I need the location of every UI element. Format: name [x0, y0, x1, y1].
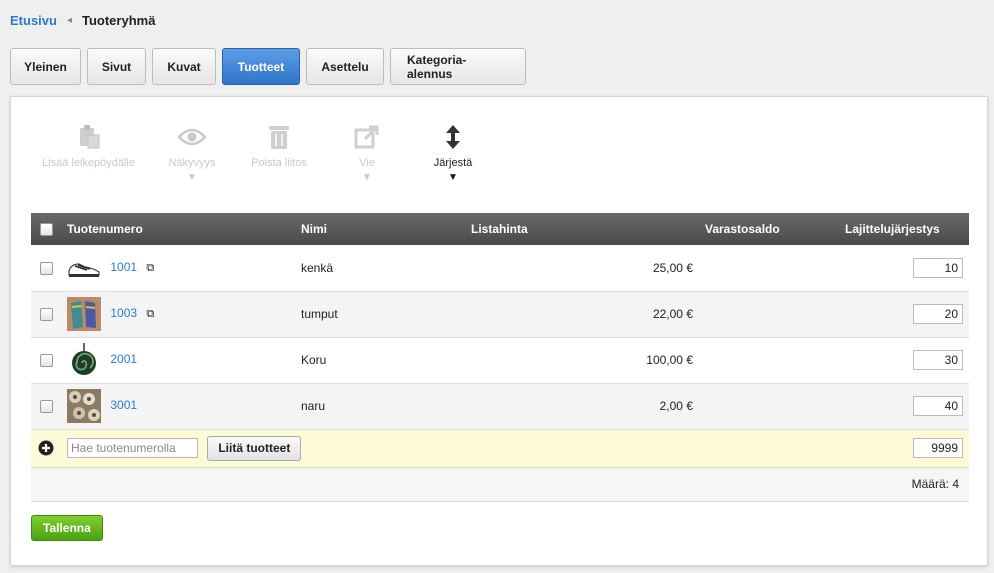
stock-balance — [699, 291, 839, 338]
list-price: 25,00 € — [465, 245, 699, 292]
list-price: 2,00 € — [465, 383, 699, 430]
stock-balance — [699, 245, 839, 292]
list-price: 22,00 € — [465, 291, 699, 338]
row-checkbox[interactable] — [39, 400, 53, 414]
row-checkbox[interactable] — [39, 261, 53, 275]
gloves-thumbnail — [67, 297, 101, 331]
export-dropdown-icon: ▼ — [362, 172, 372, 183]
open-popup-icon[interactable]: ⧉ — [146, 308, 154, 320]
delete-link-button[interactable]: Poista liitos — [239, 123, 319, 169]
tab-general[interactable]: Yleinen — [10, 48, 81, 85]
sort-order-input[interactable]: 30 — [913, 350, 963, 370]
export-button[interactable]: Vie ▼ — [347, 123, 387, 183]
table-row[interactable]: 2001 Koru 100,00 € 30 — [31, 337, 969, 384]
beads-thumbnail — [67, 389, 101, 423]
add-circle-icon[interactable] — [38, 440, 54, 456]
table-row[interactable]: 3001 naru 2,00 € 40 — [31, 383, 969, 430]
breadcrumb: Etusivu ◂ Tuoteryhmä — [10, 13, 155, 28]
page-title: Tuoteryhmä — [82, 13, 156, 28]
new-sort-order-input[interactable]: 9999 — [913, 438, 963, 458]
product-number-link[interactable]: 3001 — [110, 398, 137, 412]
sort-label: Järjestä — [433, 157, 473, 169]
column-header-list-price[interactable]: Listahinta — [465, 213, 699, 245]
stock-balance — [699, 337, 839, 384]
products-table: Tuotenumero Nimi Listahinta Varastosaldo… — [31, 213, 969, 502]
delete-link-label: Poista liitos — [251, 157, 307, 169]
table-footer-row: Määrä: 4 — [31, 467, 969, 502]
product-name: naru — [295, 383, 465, 430]
sort-order-input[interactable]: 40 — [913, 396, 963, 416]
pendant-thumbnail — [67, 343, 101, 377]
tab-images[interactable]: Kuvat — [152, 48, 216, 85]
breadcrumb-home-link[interactable]: Etusivu — [10, 13, 57, 28]
sort-order-input[interactable]: 20 — [913, 304, 963, 324]
column-header-name[interactable]: Nimi — [295, 213, 465, 245]
add-to-clipboard-button[interactable]: Lisää leikepöydälle — [31, 123, 146, 169]
add-to-clipboard-label: Lisää leikepöydälle — [42, 157, 135, 169]
export-label: Vie — [359, 157, 375, 169]
sort-button[interactable]: Järjestä ▼ — [423, 123, 483, 183]
table-row[interactable]: 1003 ⧉ tumput 22,00 € 20 — [31, 291, 969, 338]
item-count: Määrä: 4 — [31, 467, 969, 502]
trash-icon — [239, 123, 319, 151]
row-checkbox[interactable] — [39, 354, 53, 368]
product-number-link[interactable]: 1001 — [110, 260, 137, 274]
sort-dropdown-icon: ▼ — [448, 172, 458, 183]
list-price: 100,00 € — [465, 337, 699, 384]
visibility-label: Näkyvyys — [168, 157, 216, 169]
tab-bar: Yleinen Sivut Kuvat Tuotteet Asettelu Ka… — [10, 48, 532, 85]
clipboard-icon — [31, 123, 146, 151]
export-icon — [347, 123, 387, 151]
tab-category-discount[interactable]: Kategoria-alennus — [390, 48, 526, 85]
product-number-link[interactable]: 1003 — [110, 306, 137, 320]
product-name: Koru — [295, 337, 465, 384]
column-header-product-number[interactable]: Tuotenumero — [61, 213, 295, 245]
sort-order-input[interactable]: 10 — [913, 257, 963, 278]
stock-balance — [699, 383, 839, 430]
table-row[interactable]: 1001 ⧉ kenkä 25,00 € 10 — [31, 245, 969, 292]
open-popup-icon[interactable]: ⧉ — [146, 262, 154, 274]
eye-icon — [159, 123, 225, 151]
add-product-row: Hae tuotenumerolla Liitä tuotteet 9999 — [31, 429, 969, 468]
breadcrumb-separator-icon: ◂ — [66, 15, 72, 26]
visibility-button[interactable]: Näkyvyys ▼ — [159, 123, 225, 183]
sort-arrows-icon — [423, 123, 483, 151]
product-number-link[interactable]: 2001 — [110, 352, 137, 366]
content-panel: Lisää leikepöydälle Näkyvyys ▼ Poista li… — [10, 96, 988, 566]
column-header-stock[interactable]: Varastosaldo — [699, 213, 839, 245]
attach-products-button[interactable]: Liitä tuotteet — [207, 435, 302, 461]
product-number-search-input[interactable]: Hae tuotenumerolla — [67, 438, 198, 458]
select-all-checkbox[interactable] — [39, 223, 53, 237]
save-button[interactable]: Tallenna — [31, 515, 103, 541]
row-checkbox[interactable] — [39, 308, 53, 322]
product-name: kenkä — [295, 245, 465, 292]
column-header-sort-order[interactable]: Lajittelujärjestys — [839, 213, 969, 245]
shoe-thumbnail — [67, 251, 101, 285]
tab-products[interactable]: Tuotteet — [222, 48, 300, 85]
table-header-row: Tuotenumero Nimi Listahinta Varastosaldo… — [31, 213, 969, 245]
visibility-dropdown-icon: ▼ — [187, 172, 197, 183]
tab-layout[interactable]: Asettelu — [306, 48, 384, 85]
product-name: tumput — [295, 291, 465, 338]
tab-pages[interactable]: Sivut — [87, 48, 146, 85]
